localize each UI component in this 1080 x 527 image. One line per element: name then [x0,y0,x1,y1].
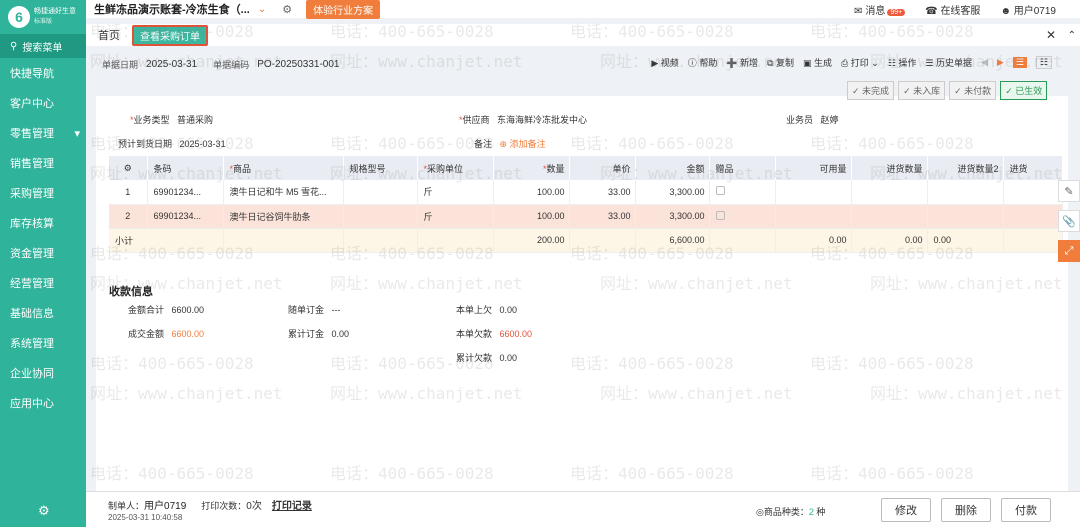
subtotal-row: 小计 200.00 6,600.00 0.00 0.00 0.00 [109,228,1063,253]
grid-view-icon[interactable]: ☷ [1035,56,1052,69]
menu-search-label: 搜索菜单 [22,42,63,54]
messages-badge: 99+ [887,9,906,16]
sidebar-item-quick-nav[interactable]: 快捷导航 [0,58,86,88]
sidebar-item-sales[interactable]: 销售管理 [0,148,86,178]
close-icon[interactable]: ✕ [1046,28,1056,42]
gift-checkbox[interactable] [715,210,725,220]
copy-button[interactable]: ⧉ 复制 [767,56,794,69]
total-amount: 金额合计 6600.00 [128,305,205,315]
sidebar-item-funds[interactable]: 资金管理 [0,238,86,268]
supplier-field: *供应商 东海海鲜冷冻批发中心 [459,115,588,125]
attachment-icon[interactable]: 📎 [1058,210,1080,232]
caret-down-icon: ▾ [74,127,80,140]
prev-icon[interactable]: ◀ [981,57,988,68]
logo-icon: 6 [8,6,30,28]
pay-button[interactable]: 付款 [1001,498,1051,522]
accumulated-deposit: 累计订金 0.00 [288,329,350,339]
deposit: 随单订金 --- [288,305,341,315]
doc-code: PO-20250331-001 [257,58,340,70]
logo: 6 畅捷通好生意 标准版 [0,0,86,34]
logo-text: 畅捷通好生意 [34,8,76,15]
doc-date: 2025-03-31 [146,58,198,70]
status-row: ✓ 未完成 ✓ 未入库 ✓ 未付款 ✓ 已生效 [847,81,1048,100]
tab-bar: 首页 查看采购订单 ✕ ⌃ [86,24,1080,46]
sidebar-item-customer[interactable]: 客户中心 [0,88,86,118]
doc-date-label: 单据日期 [102,59,139,70]
staff-field: 业务员 赵婷 [786,115,839,125]
column-settings-icon[interactable]: ⚙ [109,156,148,180]
next-icon[interactable]: ▶ [997,57,1004,68]
table-row[interactable]: 1 69901234... 澳牛日记和牛 M5 雪花... 斤 100.00 3… [109,180,1063,205]
deal-amount: 成交金额 6600.00 [128,329,205,339]
tab-more-icon[interactable]: ⌃ [1068,30,1076,41]
accumulated-owed: 累计欠款 0.00 [456,353,518,363]
generate-button[interactable]: ▣ 生成 [803,56,832,69]
items-table: ⚙ 条码 *商品 规格型号 *采购单位 *数量 单价 金额 赠品 可用量 进货数… [109,156,1063,253]
product-kinds-icon: ◎ [756,507,764,517]
sidebar-item-apps[interactable]: 应用中心 [0,388,86,418]
bottom-bar: 制单人：用户0719 打印次数：0次 打印记录 2025-03-31 10:40… [86,491,1080,527]
biz-type-value: 普通采购 [177,115,214,125]
status-unpaid: ✓ 未付款 [949,81,997,100]
user-menu[interactable]: ☻ 用户0719 [1000,2,1056,17]
sidebar-item-basic-info[interactable]: 基础信息 [0,298,86,328]
table-row[interactable]: 2 69901234... 澳牛日记谷饲牛肋条 斤 100.00 33.00 3… [109,204,1063,229]
sidebar-item-collab[interactable]: 企业协同 [0,358,86,388]
help-button[interactable]: ⓘ 帮助 [688,56,718,69]
payment-section-title: 收款信息 [109,286,153,298]
operate-button[interactable]: ☷ 操作 [888,56,917,69]
gift-checkbox[interactable] [715,186,725,196]
biz-type-field: *业务类型 普通采购 [130,115,214,125]
settings-icon[interactable]: ⚙ [282,3,292,16]
staff-value: 赵婷 [820,115,839,125]
arrival-field: 预计到货日期 2025-03-31 [118,139,226,149]
supplier-value: 东海海鲜冷冻批发中心 [497,115,588,125]
created-time: 2025-03-31 10:40:58 [108,513,183,522]
status-not-stocked: ✓ 未入库 [898,81,946,100]
status-effective: ✓ 已生效 [1000,81,1048,100]
add-button[interactable]: ➕ 新增 [726,56,758,69]
tab-home[interactable]: 首页 [98,27,120,43]
print-log-link[interactable]: 打印记录 [272,501,312,512]
table-header: ⚙ 条码 *商品 规格型号 *采购单位 *数量 单价 金额 赠品 可用量 进货数… [109,156,1063,180]
sidebar-item-system[interactable]: 系统管理 [0,328,86,358]
online-service-button[interactable]: ☎ 在线客服 [925,2,980,17]
sidebar: 6 畅捷通好生意 标准版 ⚲ 搜索菜单 快捷导航 客户中心 零售管理 ▾ 销售管理… [0,0,86,527]
previous-owed: 本单上欠 0.00 [456,305,518,315]
history-button[interactable]: ☰ 历史单据 [925,56,972,69]
status-incomplete: ✓ 未完成 [847,81,895,100]
gear-icon[interactable]: ⚙ [38,503,50,519]
top-bar: 生鲜冻品演示账套-冷冻生食（... ⌄ ⚙ 体验行业方案 ✉ 消息 99+ ☎ 在… [86,0,1080,19]
trial-plan-button[interactable]: 体验行业方案 [306,0,381,19]
delete-button[interactable]: 删除 [941,498,991,522]
print-button[interactable]: ⎙ 打印 ⌄ [841,56,879,69]
remark-field: 备注 ⊕ 添加备注 [474,139,546,149]
current-owed: 本单欠款 6600.00 [456,329,533,339]
video-button[interactable]: ▶ 视频 [651,56,678,69]
product-kinds: ◎商品种类：2 种 [756,507,826,517]
messages-button[interactable]: ✉ 消息 99+ [854,2,906,17]
edit-button[interactable]: 修改 [881,498,931,522]
account-selector[interactable]: 生鲜冻品演示账套-冷冻生食（... [94,1,250,17]
document-header: 单据日期 2025-03-31 单据编码 PO-20250331-001 ▶ 视… [96,54,1068,74]
sidebar-item-operations[interactable]: 经营管理 [0,268,86,298]
sidebar-item-purchase[interactable]: 采购管理 [0,178,86,208]
tab-view-purchase-order[interactable]: 查看采购订单 [132,24,208,46]
search-icon: ⚲ [10,40,18,52]
list-view-icon[interactable]: ☰ [1012,57,1027,68]
edition-label: 标准版 [34,19,53,25]
doc-code-label: 单据编码 [213,59,250,70]
sidebar-item-retail[interactable]: 零售管理 ▾ [0,118,86,148]
maker-info: 制单人：用户0719 打印次数：0次 打印记录 [108,501,312,512]
chevron-down-icon[interactable]: ⌄ [258,4,266,15]
menu-search[interactable]: ⚲ 搜索菜单 [0,34,86,58]
add-remark-button[interactable]: ⊕ 添加备注 [500,139,546,149]
arrival-value: 2025-03-31 [179,139,226,149]
expand-icon[interactable]: ⤢ [1058,240,1080,262]
sidebar-item-inventory[interactable]: 库存核算 [0,208,86,238]
notes-icon[interactable]: ✎ [1058,180,1080,202]
